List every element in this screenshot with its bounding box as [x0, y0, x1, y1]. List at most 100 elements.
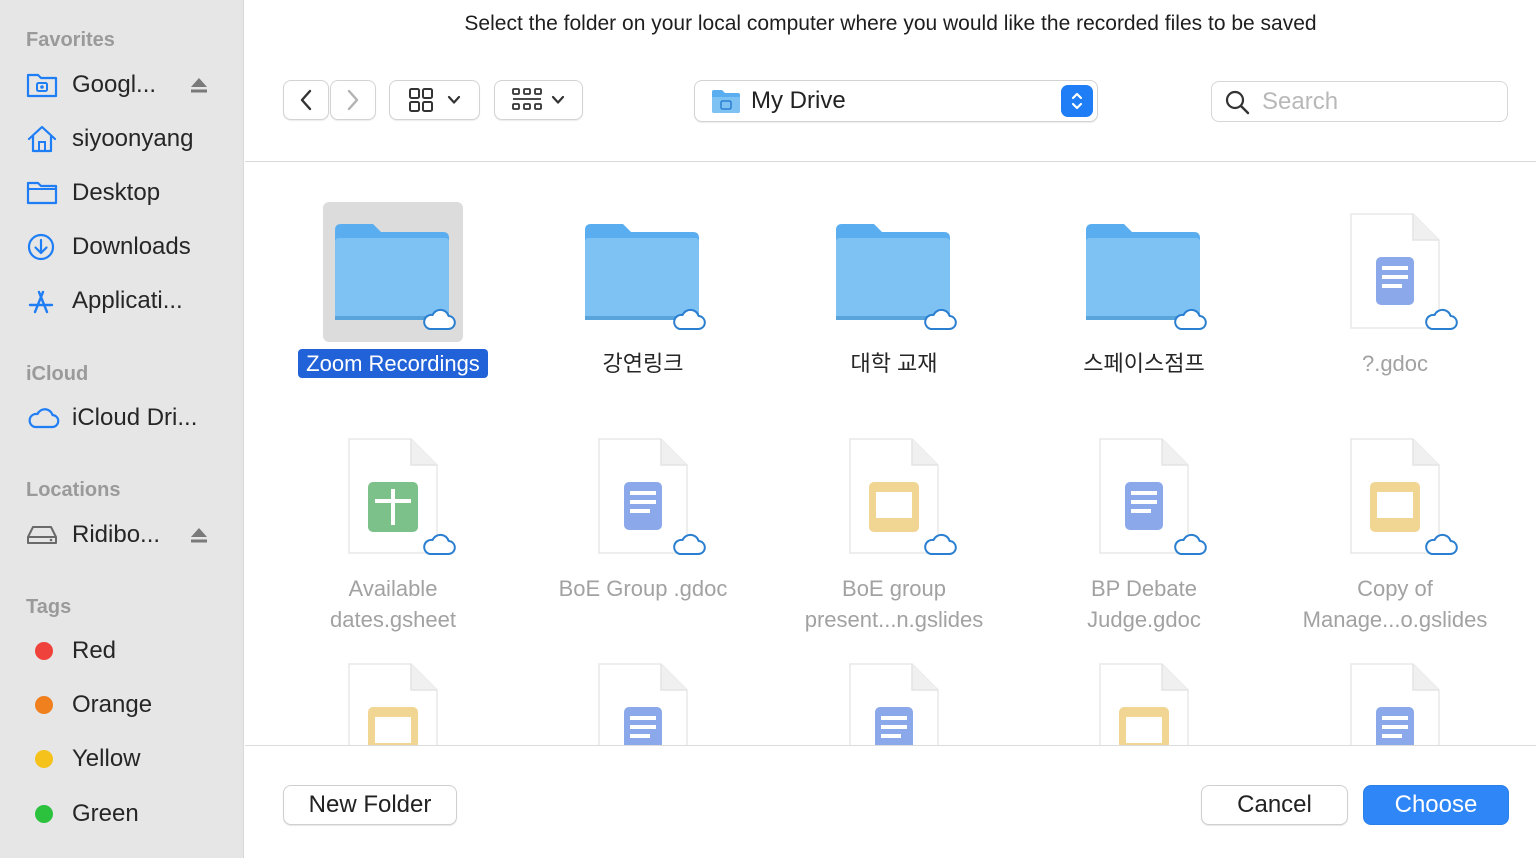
- item-thumbnail: [824, 652, 964, 745]
- chevron-right-icon: [347, 89, 359, 111]
- back-button[interactable]: [283, 80, 329, 120]
- view-mode-button[interactable]: [389, 80, 480, 120]
- item-thumbnail: [323, 652, 463, 745]
- applications-icon: [26, 285, 62, 317]
- downloads-icon: [26, 231, 62, 263]
- file-item[interactable]: BP Debate Judge.gdoc: [1029, 387, 1259, 632]
- sidebar-item-google-drive[interactable]: Googl...: [26, 62, 226, 108]
- search-icon: [1225, 90, 1250, 114]
- location-popup[interactable]: My Drive: [694, 80, 1098, 122]
- item-name-line: BoE group: [842, 576, 946, 601]
- item-thumbnail: [573, 427, 713, 567]
- sidebar-item-label: Ridibo...: [72, 521, 161, 548]
- icloud-status-icon: [673, 308, 706, 330]
- tag-color-dot: [35, 642, 53, 660]
- sidebar-item-label: Orange: [72, 691, 153, 718]
- search-input[interactable]: [1262, 87, 1482, 116]
- sidebar-section-favorites: Favorites: [26, 29, 115, 51]
- icloud-icon: [26, 402, 62, 434]
- item-name-line: Available: [348, 576, 438, 601]
- sidebar-item-downloads[interactable]: Downloads: [26, 224, 226, 270]
- file-item[interactable]: [779, 612, 1009, 745]
- sidebar-item-ridibooks[interactable]: Ridibo...: [26, 512, 226, 558]
- file-item[interactable]: Available dates.gsheet: [278, 387, 508, 632]
- file-item[interactable]: Copy of Manage...o.gslides: [1280, 387, 1510, 632]
- sidebar-section-tags: Tags: [26, 596, 72, 618]
- search-field[interactable]: [1211, 81, 1508, 122]
- location-label: My Drive: [751, 87, 846, 114]
- icloud-status-icon: [1174, 533, 1207, 555]
- drive-icon: [26, 519, 62, 551]
- icloud-status-icon: [1425, 533, 1458, 555]
- file-item[interactable]: [1029, 612, 1259, 745]
- footer-divider: [245, 745, 1536, 746]
- cancel-button[interactable]: Cancel: [1201, 785, 1348, 825]
- item-name-line: BP Debate: [1090, 576, 1197, 601]
- sidebar-tag-orange[interactable]: Orange: [26, 682, 226, 728]
- file-item[interactable]: [528, 612, 758, 745]
- chevron-down-icon: [551, 95, 564, 104]
- eject-icon[interactable]: [188, 524, 210, 546]
- tag-color-dot: [35, 805, 53, 823]
- file-grid: Zoom Recordings 강연링크 대학 교재 스페이스점프 ?.gdoc Avai…: [245, 162, 1536, 745]
- item-name-label: ?.gdoc: [1361, 351, 1429, 376]
- sidebar-item-applications[interactable]: Applicati...: [26, 278, 226, 324]
- icloud-status-icon: [423, 533, 456, 555]
- sidebar-item-home[interactable]: siyoonyang: [26, 116, 226, 162]
- folder-item[interactable]: 대학 교재: [779, 162, 1009, 376]
- sidebar-item-label: Green: [72, 800, 139, 827]
- chevron-left-icon: [300, 89, 312, 111]
- item-thumbnail: [824, 427, 964, 567]
- sidebar-item-label: Red: [72, 637, 117, 664]
- file-item[interactable]: [1280, 612, 1510, 745]
- sidebar-tag-green[interactable]: Green: [26, 791, 226, 837]
- icloud-status-icon: [1174, 308, 1207, 330]
- item-name: Zoom Recordings: [278, 348, 508, 379]
- item-thumbnail: [1074, 427, 1214, 567]
- icloud-status-icon: [924, 533, 957, 555]
- sidebar-section-icloud: iCloud: [26, 363, 89, 385]
- file-item[interactable]: BoE group present...n.gslides: [779, 387, 1009, 632]
- item-thumbnail: [1074, 202, 1214, 342]
- icon-view-icon: [408, 88, 433, 112]
- file-item[interactable]: ?.gdoc: [1280, 162, 1510, 376]
- group-icon: [511, 88, 542, 110]
- item-thumbnail: [824, 202, 964, 342]
- sidebar-item-label: iCloud Dri...: [72, 404, 198, 431]
- new-folder-button[interactable]: New Folder: [283, 785, 457, 825]
- item-name-line: Copy of: [1357, 576, 1433, 601]
- sidebar-item-label: Desktop: [72, 179, 161, 206]
- icloud-status-icon: [924, 308, 957, 330]
- folder-item[interactable]: 스페이스점프: [1029, 162, 1259, 376]
- sidebar-section-locations: Locations: [26, 479, 121, 501]
- forward-button[interactable]: [330, 80, 376, 120]
- file-item[interactable]: BoE Group .gdoc: [528, 387, 758, 601]
- item-thumbnail: [573, 202, 713, 342]
- sidebar-tag-yellow[interactable]: Yellow: [26, 736, 226, 782]
- item-name: 대학 교재: [779, 348, 1009, 379]
- dialog-prompt: Select the folder on your local computer…: [464, 12, 1317, 35]
- sidebar-item-desktop[interactable]: Desktop: [26, 170, 226, 216]
- folder-item[interactable]: 강연링크: [528, 162, 758, 376]
- sidebar: Favorites Googl... siyoonyang Desktop Do…: [0, 0, 244, 858]
- sidebar-item-label: siyoonyang: [72, 125, 194, 152]
- updown-chevron-icon: [1061, 85, 1093, 117]
- eject-icon[interactable]: [188, 74, 210, 96]
- item-name-label: 강연링크: [602, 351, 684, 376]
- sidebar-item-icloud-drive[interactable]: iCloud Dri...: [26, 395, 226, 441]
- gdoc-file-icon: [849, 663, 939, 745]
- folder-item[interactable]: Zoom Recordings: [278, 162, 508, 378]
- sidebar-item-label: Yellow: [72, 745, 141, 772]
- choose-button[interactable]: Choose: [1363, 785, 1509, 825]
- icloud-status-icon: [1425, 308, 1458, 330]
- item-thumbnail: [1074, 652, 1214, 745]
- group-by-button[interactable]: [494, 80, 583, 120]
- desktop-folder-icon: [26, 177, 62, 209]
- sidebar-item-label: Googl...: [72, 71, 157, 98]
- sidebar-item-label: Downloads: [72, 233, 191, 260]
- item-name: ?.gdoc: [1280, 348, 1510, 379]
- sidebar-tag-red[interactable]: Red: [26, 628, 226, 674]
- item-name-label: 대학 교재: [850, 351, 938, 376]
- item-name-label: 스페이스점프: [1083, 351, 1205, 376]
- file-item[interactable]: [278, 612, 508, 745]
